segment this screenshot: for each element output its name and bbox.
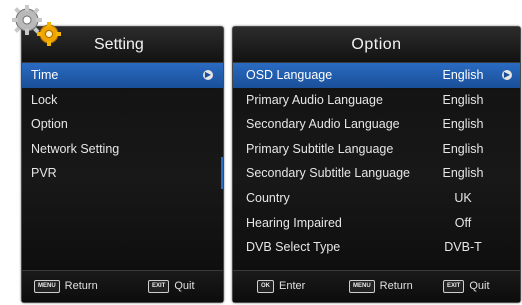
option-row-secondary-subtitle-language[interactable]: Secondary Subtitle Language English [233, 161, 520, 186]
menu-item-lock[interactable]: Lock [22, 88, 223, 113]
option-label: OSD Language [246, 68, 333, 82]
quit-hint[interactable]: EXIT Quit [148, 280, 195, 293]
option-header: Option [233, 27, 520, 63]
setting-panel: Setting Time ▶ Lock Option Network Setti… [21, 26, 224, 303]
option-value: English [442, 117, 484, 132]
scrollbar[interactable] [221, 157, 223, 189]
quit-hint[interactable]: EXIT Quit [443, 280, 490, 293]
option-row-primary-subtitle-language[interactable]: Primary Subtitle Language English [233, 137, 520, 162]
menu-item-pvr[interactable]: PVR [22, 161, 223, 186]
option-row-secondary-audio-language[interactable]: Secondary Audio Language English [233, 112, 520, 137]
option-value: English [442, 141, 484, 156]
quit-label: Quit [174, 280, 195, 292]
return-label: Return [64, 280, 98, 292]
setting-menu: Time ▶ Lock Option Network Setting PVR [22, 63, 223, 186]
enter-hint[interactable]: OK Enter [257, 280, 305, 293]
option-label: Primary Audio Language [246, 92, 383, 107]
option-label: DVB Select Type [246, 240, 341, 255]
arrow-right-circle-icon: ▶ [203, 70, 213, 80]
option-row-primary-audio-language[interactable]: Primary Audio Language English [233, 88, 520, 113]
menu-item-label: PVR [31, 166, 57, 180]
return-label: Return [379, 280, 413, 292]
option-label: Secondary Audio Language [246, 117, 400, 132]
quit-label: Quit [469, 280, 490, 292]
option-value: DVB-T [444, 240, 482, 255]
option-row-country[interactable]: Country UK [233, 186, 520, 211]
menu-item-option[interactable]: Option [22, 112, 223, 137]
gears-icon [12, 5, 61, 46]
menu-key-icon: MENU [34, 280, 60, 293]
setting-title: Setting [94, 36, 144, 53]
option-row-dvb-select-type[interactable]: DVB Select Type DVB-T [233, 235, 520, 260]
option-row-hearing-impaired[interactable]: Hearing Impaired Off [233, 211, 520, 236]
menu-item-label: Option [31, 117, 68, 131]
option-value: English [442, 68, 484, 82]
return-hint[interactable]: MENU Return [34, 280, 98, 293]
option-panel: Option OSD Language English ▶ Primary Au… [232, 26, 521, 303]
option-value: UK [454, 190, 472, 205]
option-footer: OK Enter MENU Return EXIT Quit [233, 270, 520, 302]
menu-item-label: Lock [31, 92, 58, 107]
exit-key-icon: EXIT [443, 280, 465, 293]
menu-item-time[interactable]: Time ▶ [22, 63, 223, 88]
option-value: English [442, 92, 484, 107]
menu-item-network-setting[interactable]: Network Setting [22, 137, 223, 162]
enter-label: Enter [279, 280, 306, 292]
menu-item-label: Time [31, 68, 59, 82]
ok-key-icon: OK [257, 280, 274, 293]
menu-item-label: Network Setting [31, 141, 120, 156]
arrow-right-circle-icon: ▶ [502, 70, 512, 80]
option-list: OSD Language English ▶ Primary Audio Lan… [233, 63, 520, 260]
option-value: Off [454, 215, 472, 230]
option-label: Primary Subtitle Language [246, 141, 394, 156]
option-label: Secondary Subtitle Language [246, 166, 411, 181]
exit-key-icon: EXIT [148, 280, 170, 293]
menu-key-icon: MENU [349, 280, 375, 293]
option-row-osd-language[interactable]: OSD Language English ▶ [233, 63, 520, 88]
setting-footer: MENU Return EXIT Quit [22, 270, 223, 302]
option-title: Option [351, 36, 402, 53]
option-label: Hearing Impaired [246, 215, 342, 230]
option-label: Country [246, 190, 290, 205]
return-hint[interactable]: MENU Return [349, 280, 413, 293]
option-value: English [442, 166, 484, 181]
